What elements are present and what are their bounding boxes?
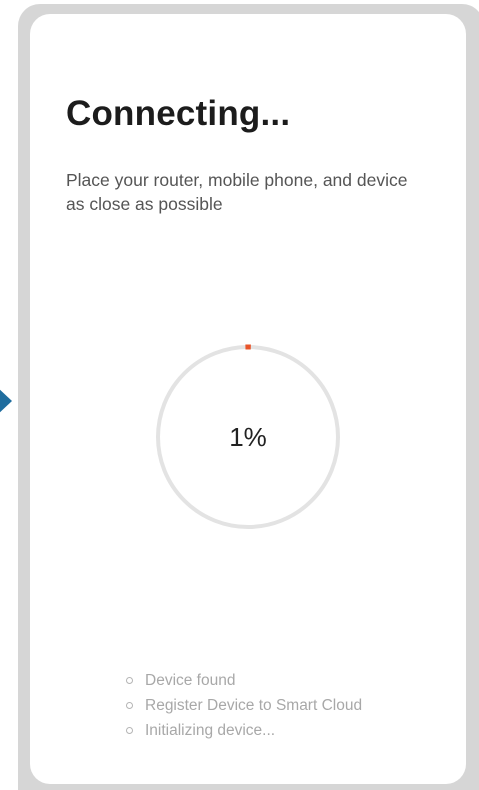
step-item-initializing: Initializing device... [126,718,362,743]
instruction-text: Place your router, mobile phone, and dev… [66,170,408,214]
progress-percent: 1% [229,421,267,452]
step-item-register-device: Register Device to Smart Cloud [126,693,362,718]
step-label: Register Device to Smart Cloud [145,696,363,714]
circle-outline-icon [126,702,133,709]
connecting-card: Connecting... Place your router, mobile … [30,14,466,784]
step-item-device-found: Device found [126,668,362,693]
page-title: Connecting... [66,94,291,133]
progress-ring: 1% [155,344,341,530]
step-label: Device found [145,671,236,689]
circle-outline-icon [126,677,133,684]
arrow-right-icon [0,386,12,416]
step-list: Device found Register Device to Smart Cl… [126,668,362,743]
circle-outline-icon [126,727,133,734]
step-label: Initializing device... [145,721,276,739]
